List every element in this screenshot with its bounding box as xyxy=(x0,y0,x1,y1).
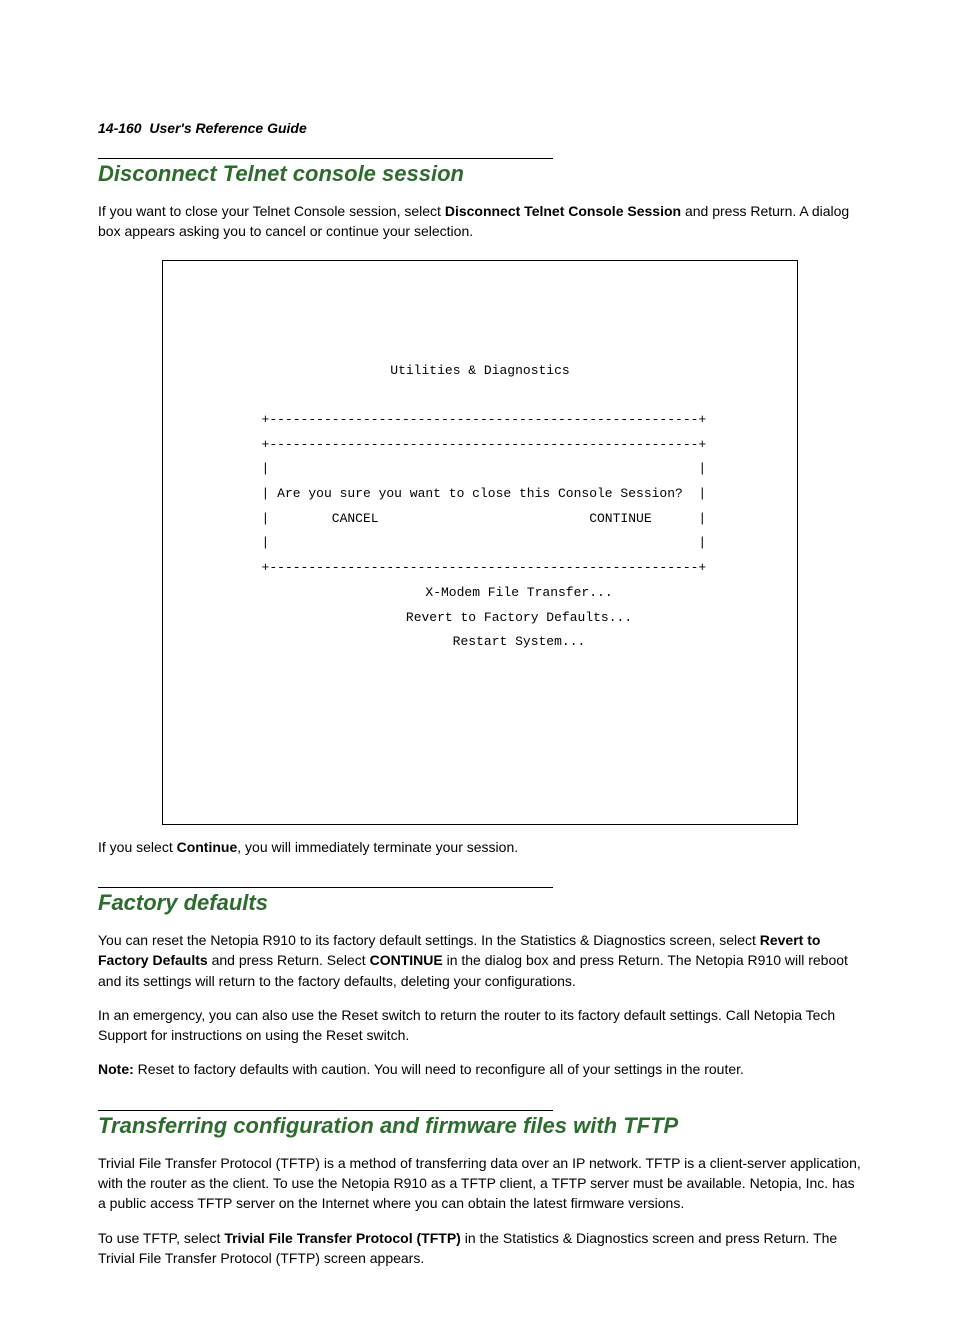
body-paragraph: If you select Continue, you will immedia… xyxy=(98,837,862,857)
section-rule xyxy=(98,1110,553,1111)
terminal-border: +---------------------------------------… xyxy=(163,556,797,581)
text-run: and press Return. Select xyxy=(208,952,370,968)
document-page: 14-160 User's Reference Guide Disconnect… xyxy=(0,0,954,1342)
text-run: Reset to factory defaults with caution. … xyxy=(134,1061,744,1077)
terminal-inner: Utilities & Diagnostics +---------------… xyxy=(163,334,797,704)
terminal-menu-item: X-Modem File Transfer... xyxy=(163,581,797,606)
terminal-menu-item: Revert to Factory Defaults... xyxy=(163,606,797,631)
terminal-blank-row: | | xyxy=(163,531,797,556)
text-run: , you will immediately terminate your se… xyxy=(237,839,518,855)
terminal-title: Utilities & Diagnostics xyxy=(163,359,797,384)
body-paragraph: You can reset the Netopia R910 to its fa… xyxy=(98,930,862,991)
terminal-border: +---------------------------------------… xyxy=(163,433,797,458)
bold-text: Trivial File Transfer Protocol (TFTP) xyxy=(224,1230,461,1246)
page-number: 14-160 xyxy=(98,120,142,136)
note-label: Note: xyxy=(98,1061,134,1077)
section-title-factory-defaults: Factory defaults xyxy=(98,890,862,916)
text-run: You can reset the Netopia R910 to its fa… xyxy=(98,932,760,948)
bold-text: Continue xyxy=(177,839,238,855)
text-run: To use TFTP, select xyxy=(98,1230,224,1246)
page-header: 14-160 User's Reference Guide xyxy=(98,120,862,136)
body-paragraph: In an emergency, you can also use the Re… xyxy=(98,1005,862,1046)
terminal-buttons-row: | CANCEL CONTINUE | xyxy=(163,507,797,532)
section-block: Factory defaults You can reset the Netop… xyxy=(98,887,862,1080)
bold-text: CONTINUE xyxy=(370,952,443,968)
bold-text: Disconnect Telnet Console Session xyxy=(445,203,681,219)
section-rule xyxy=(98,158,553,159)
guide-title: User's Reference Guide xyxy=(149,120,306,136)
terminal-screenshot: Utilities & Diagnostics +---------------… xyxy=(162,260,798,825)
terminal-prompt-text: | Are you sure you want to close this Co… xyxy=(163,482,797,507)
text-run: If you select xyxy=(98,839,177,855)
terminal-blank-row: | | xyxy=(163,457,797,482)
section-title-disconnect: Disconnect Telnet console session xyxy=(98,161,862,187)
section-rule xyxy=(98,887,553,888)
body-paragraph: Trivial File Transfer Protocol (TFTP) is… xyxy=(98,1153,862,1214)
section-title-tftp: Transferring configuration and firmware … xyxy=(98,1113,862,1139)
terminal-menu-item: Restart System... xyxy=(163,630,797,655)
body-paragraph: If you want to close your Telnet Console… xyxy=(98,201,862,242)
body-paragraph: To use TFTP, select Trivial File Transfe… xyxy=(98,1228,862,1269)
body-paragraph: Note: Reset to factory defaults with cau… xyxy=(98,1059,862,1079)
section-block: Transferring configuration and firmware … xyxy=(98,1110,862,1268)
text-run: If you want to close your Telnet Console… xyxy=(98,203,445,219)
terminal-border: +---------------------------------------… xyxy=(163,408,797,433)
